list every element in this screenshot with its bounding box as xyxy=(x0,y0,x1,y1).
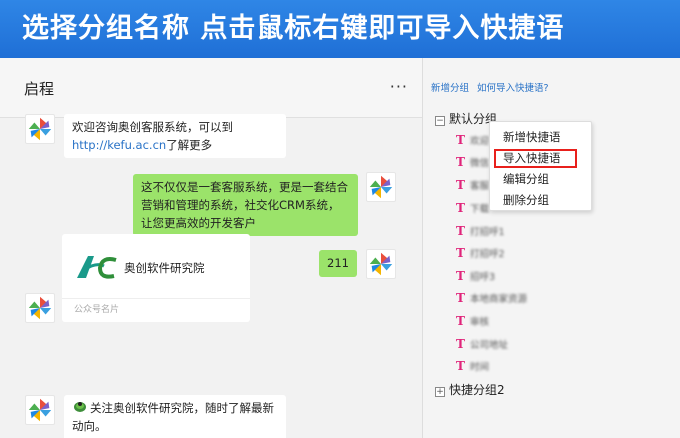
pinwheel-icon xyxy=(369,252,393,276)
quick-reply-item[interactable]: T 下载 xyxy=(456,200,489,216)
more-options-icon[interactable]: ··· xyxy=(390,79,408,95)
quick-reply-item[interactable]: T 本地商家资源 xyxy=(456,290,527,306)
text-type-icon: T xyxy=(456,224,465,238)
quick-reply-item[interactable]: T 时间 xyxy=(456,358,489,374)
pinwheel-icon xyxy=(28,398,52,422)
quick-reply-item[interactable]: T 微信 xyxy=(456,154,489,170)
text-type-icon: T xyxy=(456,178,465,192)
quick-reply-item[interactable]: T 审核 xyxy=(456,313,489,329)
message-bubble: 关注奥创软件研究院，随时了解最新动向。 xyxy=(64,395,286,438)
menu-item-delete-group[interactable]: 删除分组 xyxy=(503,192,549,208)
quick-reply-item[interactable]: T 招呼3 xyxy=(456,268,495,284)
card-name: 奥创软件研究院 xyxy=(124,261,205,275)
text-type-icon: T xyxy=(456,246,465,260)
text-type-icon: T xyxy=(456,337,465,351)
panel-links: 新增分组 如何导入快捷语? xyxy=(431,80,557,94)
quick-reply-item[interactable]: T 公司地址 xyxy=(456,336,508,352)
message-bubble-self: 这不仅仅是一套客服系统，更是一套结合营销和管理的系统，社交化CRM系统，让您更高… xyxy=(133,174,358,236)
chat-title: 启程 xyxy=(24,80,55,98)
chat-header: 启程 ··· xyxy=(0,58,422,118)
text-type-icon: T xyxy=(456,359,465,373)
menu-item-edit-group[interactable]: 编辑分组 xyxy=(503,171,549,187)
text-type-icon: T xyxy=(456,201,465,215)
card-divider xyxy=(62,298,250,299)
pinwheel-icon xyxy=(28,117,52,141)
turtle-emoji-icon xyxy=(74,402,86,412)
quick-reply-panel: 新增分组 如何导入快捷语? − 默认分组 T 欢迎 T 微信 T 客服 T 下载 T 打招呼1… xyxy=(422,58,680,438)
menu-item-add-phrase[interactable]: 新增快捷语 xyxy=(503,129,561,145)
text-type-icon: T xyxy=(456,155,465,169)
avatar[interactable] xyxy=(25,395,55,425)
message-bubble-self: 211 xyxy=(319,250,357,277)
instruction-banner: 选择分组名称 点击鼠标右键即可导入快捷语 xyxy=(0,0,680,58)
collapse-toggle[interactable]: − xyxy=(435,116,445,126)
avatar[interactable] xyxy=(366,172,396,202)
quick-reply-item[interactable]: T 欢迎 xyxy=(456,132,489,148)
context-menu: 新增快捷语 导入快捷语 编辑分组 删除分组 xyxy=(489,121,592,211)
quick-reply-item[interactable]: T 客服 xyxy=(456,177,489,193)
text-type-icon: T xyxy=(456,133,465,147)
contact-card[interactable]: 奥创软件研究院 公众号名片 xyxy=(62,234,250,322)
pinwheel-icon xyxy=(369,175,393,199)
text-type-icon: T xyxy=(456,314,465,328)
menu-item-import-phrase[interactable]: 导入快捷语 xyxy=(503,150,561,166)
quick-reply-item[interactable]: T 打招呼1 xyxy=(456,223,505,239)
message-bubble: 欢迎咨询奥创客服系统，可以到http://kefu.ac.cn了解更多 xyxy=(64,114,286,158)
message-link[interactable]: http://kefu.ac.cn xyxy=(72,138,166,152)
expand-toggle[interactable]: + xyxy=(435,387,445,397)
card-type-label: 公众号名片 xyxy=(74,305,120,315)
text-type-icon: T xyxy=(456,291,465,305)
quick-reply-item[interactable]: T 打招呼2 xyxy=(456,245,505,261)
pinwheel-icon xyxy=(28,296,52,320)
add-group-link[interactable]: 新增分组 xyxy=(431,83,469,94)
group-quick-2[interactable]: + 快捷分组2 xyxy=(435,381,505,398)
group-name: 快捷分组2 xyxy=(449,383,505,397)
how-to-import-link[interactable]: 如何导入快捷语? xyxy=(477,83,549,94)
aochuang-logo-icon xyxy=(77,256,117,279)
avatar[interactable] xyxy=(25,293,55,323)
avatar[interactable] xyxy=(366,249,396,279)
banner-text: 选择分组名称 点击鼠标右键即可导入快捷语 xyxy=(22,13,565,44)
group-default[interactable]: − 默认分组 xyxy=(435,110,497,127)
avatar[interactable] xyxy=(25,114,55,144)
text-type-icon: T xyxy=(456,269,465,283)
